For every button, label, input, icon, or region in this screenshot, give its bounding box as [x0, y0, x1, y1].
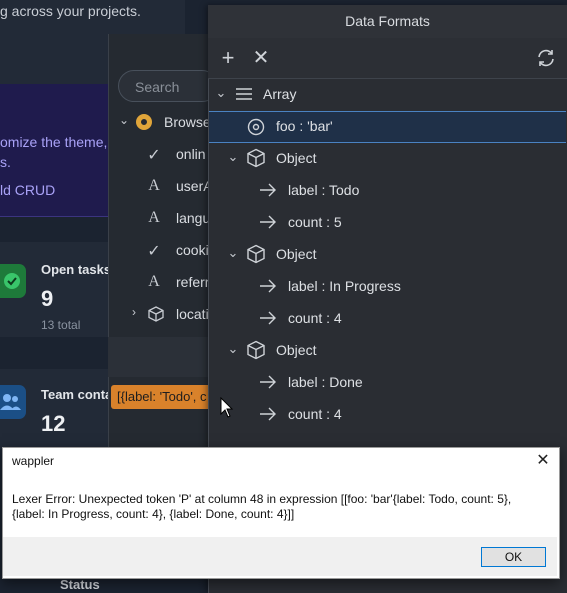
arrow-right-icon [257, 211, 279, 233]
open-tasks-count: 9 [41, 286, 54, 311]
tree-node-count-4b[interactable]: count : 4 [209, 399, 566, 431]
tree-item-browser[interactable]: ⌄ Browse [110, 107, 211, 139]
dialog-footer [3, 537, 557, 576]
arrow-right-icon [257, 371, 279, 393]
arrow-right-icon [257, 179, 279, 201]
text-icon: A [148, 209, 160, 226]
text-icon: A [148, 273, 160, 290]
tree-node-count-4a[interactable]: count : 4 [209, 303, 566, 335]
node-label: count : 4 [288, 406, 342, 422]
arrow-right-icon [257, 307, 279, 329]
people-icon [0, 385, 26, 419]
ok-button[interactable]: OK [481, 547, 546, 567]
tree-item-label: locati [176, 306, 209, 322]
team-contacts-count: 12 [41, 411, 66, 436]
background-banner-line-1: omize the theme, [0, 134, 108, 150]
chevron-right-icon[interactable]: › [124, 305, 144, 319]
check-icon: ✓ [147, 243, 161, 260]
plus-icon[interactable]: + [213, 43, 243, 73]
background-header-text: g across your projects. [0, 3, 141, 19]
chevron-down-icon[interactable]: ⌄ [114, 113, 134, 127]
chevron-down-icon[interactable]: ⌄ [225, 341, 241, 357]
panel-footer [108, 337, 210, 377]
arrow-right-icon [257, 275, 279, 297]
text-icon: A [148, 177, 160, 194]
check-icon: ✓ [147, 147, 161, 164]
tree-node-object-3[interactable]: ⌄ Object [209, 335, 566, 367]
background-banner-line-2: s. [0, 154, 11, 170]
tree-item-online[interactable]: ✓ onlin [110, 139, 210, 171]
tree-item-language[interactable]: A langu [110, 203, 210, 235]
cube-icon [245, 147, 267, 169]
tree-item-label: Browse [164, 114, 211, 130]
arrow-right-icon [257, 403, 279, 425]
chevron-down-icon[interactable]: ⌄ [213, 85, 229, 101]
background-banner-link[interactable]: ld CRUD [0, 182, 55, 198]
team-contacts-title: Team conta [41, 387, 113, 402]
cube-icon [245, 243, 267, 265]
tree-item-location[interactable]: › locati [110, 299, 210, 331]
data-formats-title: Data Formats [208, 5, 567, 38]
tree-node-label-todo[interactable]: label : Todo [209, 175, 566, 207]
node-label: foo : 'bar' [276, 118, 333, 134]
tree-node-object-2[interactable]: ⌄ Object [209, 239, 566, 271]
tree-node-object-1[interactable]: ⌄ Object [209, 143, 566, 175]
tree-node-count-5[interactable]: count : 5 [209, 207, 566, 239]
refresh-icon[interactable] [531, 43, 561, 73]
close-icon[interactable]: ✕ [533, 451, 553, 471]
circle-dot-icon [245, 116, 267, 138]
open-tasks-title: Open tasks [41, 262, 112, 277]
cube-icon [146, 305, 166, 328]
chevron-down-icon[interactable]: ⌄ [225, 245, 241, 261]
tree-item-cookies[interactable]: ✓ cooki [110, 235, 210, 267]
tree-node-label-done[interactable]: label : Done [209, 367, 566, 399]
node-label: Object [276, 342, 317, 358]
status-column-header: Status [60, 577, 100, 592]
node-label: label : In Progress [288, 278, 401, 294]
chrome-icon [134, 113, 154, 136]
tree-node-foo[interactable]: foo : 'bar' [209, 111, 566, 143]
cube-icon [245, 339, 267, 361]
node-label: label : Todo [288, 182, 360, 198]
tree-item-referrer[interactable]: A referr [110, 267, 210, 299]
json-preview-text: [{label: 'Todo', c [117, 389, 207, 404]
node-label: count : 4 [288, 310, 342, 326]
chevron-down-icon[interactable]: ⌄ [225, 149, 241, 165]
search-placeholder: Search [135, 79, 180, 95]
open-tasks-total: 13 total [41, 318, 81, 332]
tree-item-useragent[interactable]: A userA [110, 171, 212, 203]
tree-item-label: cooki [176, 242, 209, 258]
tree-item-label: langu [176, 210, 211, 226]
tree-node-array[interactable]: ⌄ Array [209, 79, 566, 111]
node-label: label : Done [288, 374, 363, 390]
node-label: Object [276, 246, 317, 262]
dialog-message: Lexer Error: Unexpected token 'P' at col… [12, 492, 512, 521]
dialog-title: wappler [12, 454, 55, 468]
check-icon [0, 264, 26, 298]
node-label: count : 5 [288, 214, 342, 230]
tree-item-label: onlin [176, 146, 206, 162]
node-label: Object [276, 150, 317, 166]
tree-item-label: referr [176, 274, 210, 290]
tree-node-label-in-progress[interactable]: label : In Progress [209, 271, 566, 303]
close-icon[interactable]: ✕ [246, 43, 276, 73]
node-label: Array [263, 86, 297, 102]
list-icon [233, 83, 255, 105]
mouse-cursor-icon [220, 396, 234, 424]
